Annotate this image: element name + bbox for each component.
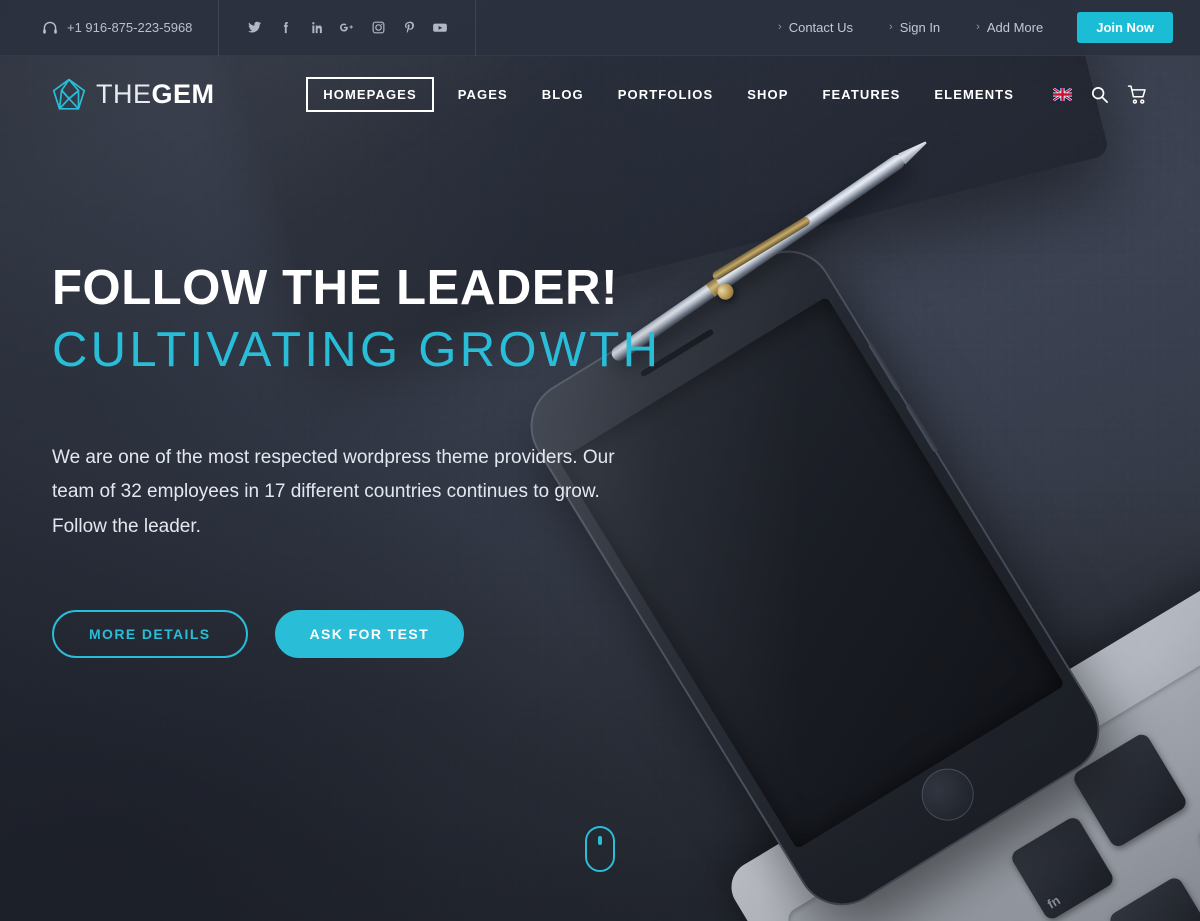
top-link-add-more[interactable]: › Add More <box>958 20 1061 35</box>
googleplus-icon[interactable] <box>338 19 356 37</box>
nav-item-shop[interactable]: SHOP <box>730 79 805 110</box>
main-navigation: HOMEPAGES PAGES BLOG PORTFOLIOS SHOP FEA… <box>299 77 1200 112</box>
top-link-add-more-label: Add More <box>986 20 1044 35</box>
join-now-button[interactable]: Join Now <box>1077 12 1173 43</box>
cart-icon[interactable] <box>1127 84 1148 105</box>
header-icons <box>1052 84 1148 105</box>
search-icon[interactable] <box>1090 85 1109 104</box>
nav-item-blog[interactable]: BLOG <box>525 79 601 110</box>
top-bar: +1 916-875-223-5968 › Contact Us › Sign … <box>0 0 1200 56</box>
social-links <box>245 19 449 37</box>
phone-cell: +1 916-875-223-5968 <box>0 0 220 56</box>
headset-icon <box>42 20 58 36</box>
nav-item-elements[interactable]: ELEMENTS <box>917 79 1031 110</box>
chevron-right-icon: › <box>778 21 782 33</box>
hero-content: FOLLOW THE LEADER! CULTIVATING GROWTH We… <box>52 261 752 659</box>
logo[interactable]: THEGEM <box>0 78 215 111</box>
flag-uk-icon[interactable] <box>1052 87 1073 102</box>
chevron-right-icon: › <box>889 21 893 33</box>
top-bar-right: › Contact Us › Sign In › Add More Join N… <box>760 0 1200 56</box>
logo-text-the: THE <box>96 79 152 109</box>
page-root: fn ctrl <box>0 0 1200 921</box>
nav-item-portfolios[interactable]: PORTFOLIOS <box>601 79 731 110</box>
top-link-contact-us[interactable]: › Contact Us <box>760 20 871 35</box>
top-link-sign-in-label: Sign In <box>899 20 941 35</box>
instagram-icon[interactable] <box>369 19 387 37</box>
linkedin-icon[interactable] <box>307 19 325 37</box>
hero-buttons: MORE DETAILS ASK FOR TEST <box>52 610 752 659</box>
nav-item-features[interactable]: FEATURES <box>806 79 918 110</box>
more-details-button[interactable]: MORE DETAILS <box>52 610 248 659</box>
nav-item-pages[interactable]: PAGES <box>441 79 525 110</box>
hero-paragraph: We are one of the most respected wordpre… <box>52 446 615 537</box>
hero-headline-secondary: CULTIVATING GROWTH <box>52 322 662 377</box>
logo-text: THEGEM <box>96 81 215 108</box>
gem-pentagon-icon <box>52 78 86 111</box>
youtube-icon[interactable] <box>431 19 449 37</box>
top-link-sign-in[interactable]: › Sign In <box>871 20 958 35</box>
twitter-icon[interactable] <box>245 19 263 37</box>
ask-for-test-button[interactable]: ASK FOR TEST <box>274 610 465 659</box>
phone-number-text: +1 916-875-223-5968 <box>67 20 193 35</box>
logo-text-gem: GEM <box>151 79 215 109</box>
top-bar-left: +1 916-875-223-5968 <box>0 0 477 56</box>
phone-number-block[interactable]: +1 916-875-223-5968 <box>42 20 192 36</box>
hero-headline-primary: FOLLOW THE LEADER! <box>52 261 619 315</box>
mouse-scroll-icon[interactable] <box>585 826 615 872</box>
top-link-contact-us-label: Contact Us <box>788 20 854 35</box>
chevron-right-icon: › <box>976 21 980 33</box>
facebook-icon[interactable] <box>276 19 294 37</box>
pinterest-icon[interactable] <box>400 19 418 37</box>
nav-item-homepages[interactable]: HOMEPAGES <box>306 77 434 112</box>
socials-cell <box>219 0 477 56</box>
site-header: THEGEM HOMEPAGES PAGES BLOG PORTFOLIOS S… <box>0 56 1200 133</box>
